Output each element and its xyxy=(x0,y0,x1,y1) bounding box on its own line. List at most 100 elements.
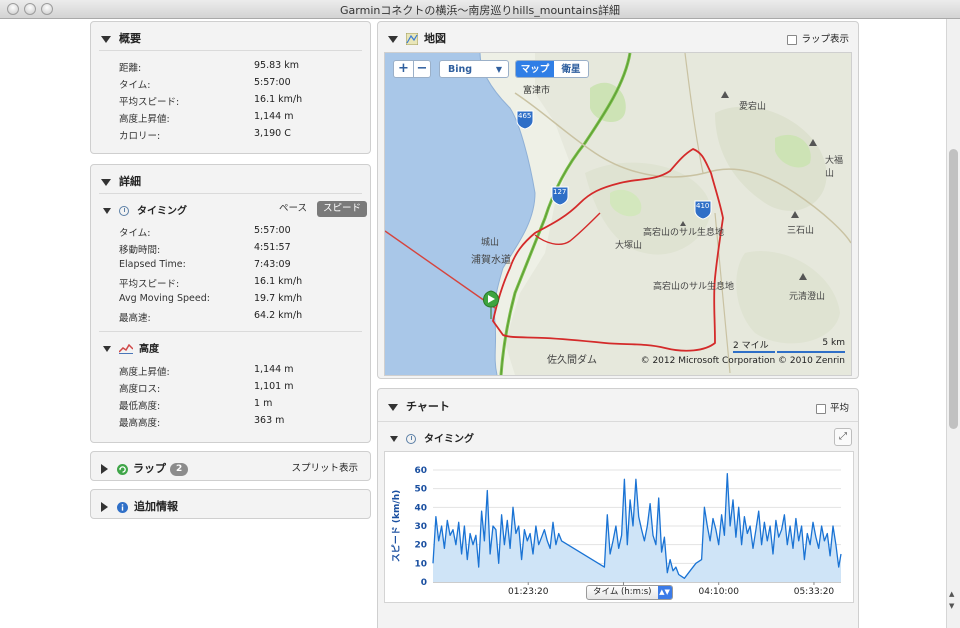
map-provider-label: Bing xyxy=(448,64,473,75)
map-label: 三石山 xyxy=(787,226,815,236)
row-value: 7:43:09 xyxy=(254,259,291,270)
timing-row: Elapsed Time: 7:43:09 xyxy=(119,259,339,273)
laps-title: ラップ xyxy=(133,462,166,475)
map-label: 佐久間ダム xyxy=(547,355,597,366)
window-title: Garminコネクトの横浜〜南房巡りhills_mountains詳細 xyxy=(340,4,620,17)
map-label: 大塚山 xyxy=(615,241,643,251)
overview-row: カロリー: 3,190 C xyxy=(119,128,339,142)
chart-panel: チャート 平均 タイミング ⤢ 010203040506001:23:2002:… xyxy=(377,388,859,628)
speed-chart[interactable]: 010203040506001:23:2002:46:4004:10:0005:… xyxy=(384,451,854,603)
divider xyxy=(99,331,362,332)
row-value: 1,101 m xyxy=(254,381,294,392)
dropdown-arrow-icon: ▼ xyxy=(495,65,502,74)
row-label: 最高速: xyxy=(119,313,151,324)
map-view-button[interactable]: マップ xyxy=(516,61,554,77)
pace-toggle-button[interactable]: ペース xyxy=(279,201,307,217)
row-value: 95.83 km xyxy=(254,60,299,71)
elevation-row: 高度上昇値: 1,144 m xyxy=(119,364,339,378)
speed-toggle-button[interactable]: スピード xyxy=(317,201,368,217)
map-label: 浦賀水道 xyxy=(471,255,511,266)
extra-info-panel[interactable]: 追加情報 xyxy=(90,489,371,519)
extra-info-header[interactable]: 追加情報 xyxy=(101,498,178,514)
row-label: 最低高度: xyxy=(119,401,161,412)
row-label: 高度上昇値: xyxy=(119,367,170,378)
elevation-header[interactable]: 高度 xyxy=(103,340,159,355)
zoom-out-button[interactable]: − xyxy=(413,61,431,77)
scroll-down-arrow-icon[interactable]: ▼ xyxy=(949,602,954,610)
x-tick-label: 01:23:20 xyxy=(508,587,549,597)
map-label: 高宕山のサル生息地 xyxy=(643,228,725,238)
chart-header[interactable]: チャート xyxy=(388,398,450,414)
x-axis-select-label: タイム (h:m:s) xyxy=(593,587,652,597)
row-value: 1,144 m xyxy=(254,364,294,375)
lap-display-label: ラップ表示 xyxy=(801,34,849,45)
map-view[interactable]: 富津市 465 127 410 城山 浦賀水道 高宕山のサル生息地 大塚山 高宕… xyxy=(384,52,852,376)
chart-timing-title: タイミング xyxy=(424,434,474,445)
row-label: 高度上昇値: xyxy=(119,114,170,125)
row-value: 4:51:57 xyxy=(254,242,291,253)
row-label: Elapsed Time: xyxy=(119,259,186,270)
row-value: 5:57:00 xyxy=(254,225,291,236)
average-checkbox[interactable] xyxy=(815,403,826,414)
elevation-row: 高度ロス: 1,101 m xyxy=(119,381,339,395)
scale-km: 5 km xyxy=(822,338,845,348)
overview-row: タイム: 5:57:00 xyxy=(119,77,339,91)
map-label: 大福山 xyxy=(825,156,844,179)
row-label: カロリー: xyxy=(119,131,161,142)
y-tick-label: 0 xyxy=(421,578,427,588)
scrollbar-thumb[interactable] xyxy=(949,149,958,429)
map-label: 城山 xyxy=(481,238,500,248)
collapse-triangle-icon xyxy=(103,346,111,352)
details-title: 詳細 xyxy=(119,175,141,188)
satellite-view-button[interactable]: 衛星 xyxy=(554,61,588,77)
row-value: 19.7 km/h xyxy=(254,293,303,304)
timing-title: タイミング xyxy=(137,206,187,217)
collapse-triangle-icon xyxy=(101,178,111,186)
laps-refresh-icon xyxy=(117,463,128,475)
map-icon xyxy=(405,32,419,46)
laps-panel[interactable]: ラップ 2 スプリット表示 xyxy=(90,451,371,481)
timing-row: Avg Moving Speed: 19.7 km/h xyxy=(119,293,339,307)
y-tick-label: 60 xyxy=(414,466,427,476)
overview-panel: 概要 距離: 95.83 km タイム: 5:57:00 平均スピード: 16.1 k… xyxy=(90,21,371,154)
details-header[interactable]: 詳細 xyxy=(101,173,141,189)
y-axis-label: スピード (km/h) xyxy=(390,490,402,562)
zoom-in-button[interactable]: + xyxy=(394,61,414,77)
timing-header[interactable]: タイミング xyxy=(103,202,187,217)
laps-count-badge: 2 xyxy=(170,462,189,476)
collapse-triangle-icon xyxy=(390,436,398,442)
select-arrows-icon: ▲▼ xyxy=(657,586,672,599)
lap-display-toggle[interactable]: ラップ表示 xyxy=(787,31,849,45)
timing-row: 平均スピード: 16.1 km/h xyxy=(119,276,339,290)
row-value: 363 m xyxy=(254,415,285,426)
scroll-up-arrow-icon[interactable]: ▲ xyxy=(949,590,954,598)
row-value: 5:57:00 xyxy=(254,77,291,88)
collapse-triangle-icon xyxy=(101,35,111,43)
row-label: タイム: xyxy=(119,80,151,91)
collapse-triangle-icon xyxy=(388,403,398,411)
split-view-link[interactable]: スプリット表示 xyxy=(291,460,358,474)
map-label: 465 xyxy=(518,112,532,120)
average-toggle[interactable]: 平均 xyxy=(815,400,849,414)
map-provider-select[interactable]: Bing ▼ xyxy=(439,60,509,78)
laps-header[interactable]: ラップ 2 xyxy=(101,460,189,476)
chart-timing-header[interactable]: タイミング xyxy=(390,430,474,445)
row-label: 平均スピード: xyxy=(119,279,180,290)
map-header[interactable]: 地図 xyxy=(388,30,446,46)
x-axis-select[interactable]: タイム (h:m:s) ▲▼ xyxy=(586,585,673,600)
overview-title: 概要 xyxy=(119,32,141,45)
row-value: 1 m xyxy=(254,398,273,409)
row-value: 1,144 m xyxy=(254,111,294,122)
overview-row: 平均スピード: 16.1 km/h xyxy=(119,94,339,108)
map-canvas[interactable] xyxy=(385,53,851,375)
expand-chart-icon[interactable]: ⤢ xyxy=(834,428,852,446)
divider xyxy=(378,421,858,422)
y-tick-label: 40 xyxy=(414,503,427,513)
elevation-row: 最低高度: 1 m xyxy=(119,398,339,412)
row-value: 64.2 km/h xyxy=(254,310,303,321)
row-value: 16.1 km/h xyxy=(254,94,303,105)
page-scrollbar[interactable]: ▲ ▼ xyxy=(946,19,960,628)
overview-header[interactable]: 概要 xyxy=(101,30,141,46)
divider xyxy=(99,50,362,51)
lap-display-checkbox[interactable] xyxy=(787,34,798,45)
